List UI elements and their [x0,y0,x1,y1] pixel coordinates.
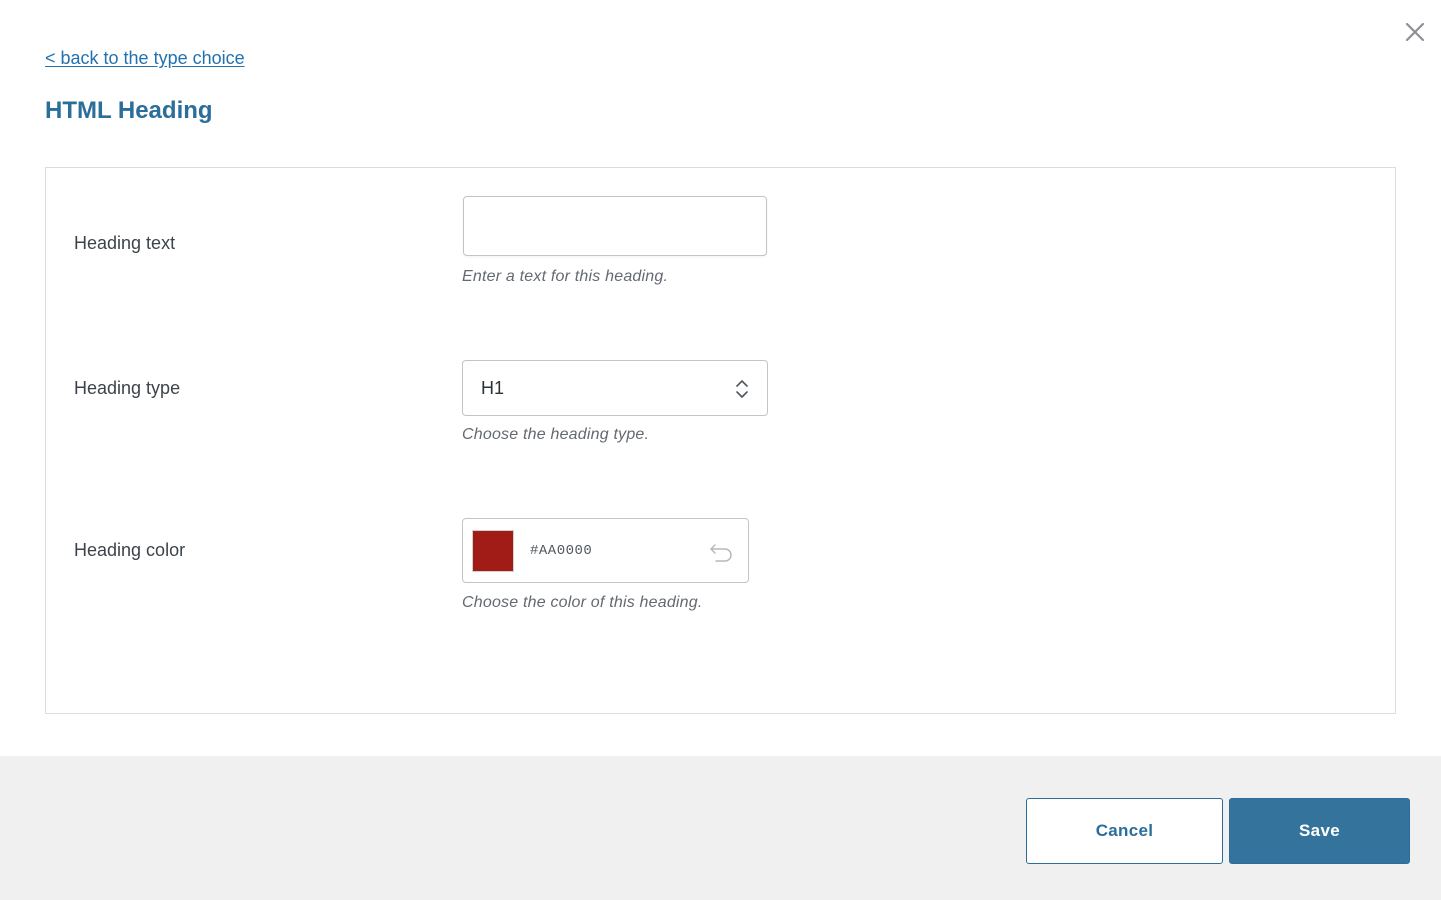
undo-icon[interactable] [708,540,734,562]
close-icon [1405,22,1425,42]
heading-text-label: Heading text [74,233,176,253]
heading-color-picker: #AA0000 [462,518,749,583]
color-swatch[interactable] [472,530,514,572]
heading-type-selected-value: H1 [481,378,505,398]
heading-text-input[interactable] [463,196,767,256]
page-title: HTML Heading [45,97,213,124]
modal-dialog: < back to the type choice HTML Heading H… [0,0,1441,900]
color-hex-value[interactable]: #AA0000 [530,543,592,559]
back-to-type-choice-link[interactable]: < back to the type choice [45,48,245,69]
heading-text-description: Enter a text for this heading. [462,268,669,285]
cancel-button[interactable]: Cancel [1026,798,1223,864]
heading-type-description: Choose the heading type. [462,426,650,443]
chevron-up-down-icon [736,380,748,398]
heading-type-label: Heading type [74,378,181,398]
modal-footer: Cancel Save [0,756,1441,900]
heading-type-select[interactable]: H1 [462,360,768,416]
heading-color-description: Choose the color of this heading. [462,594,703,611]
close-button[interactable] [1401,18,1429,46]
settings-panel: Heading text Enter a text for this headi… [45,167,1396,714]
save-button[interactable]: Save [1229,798,1410,864]
heading-color-label: Heading color [74,540,186,560]
